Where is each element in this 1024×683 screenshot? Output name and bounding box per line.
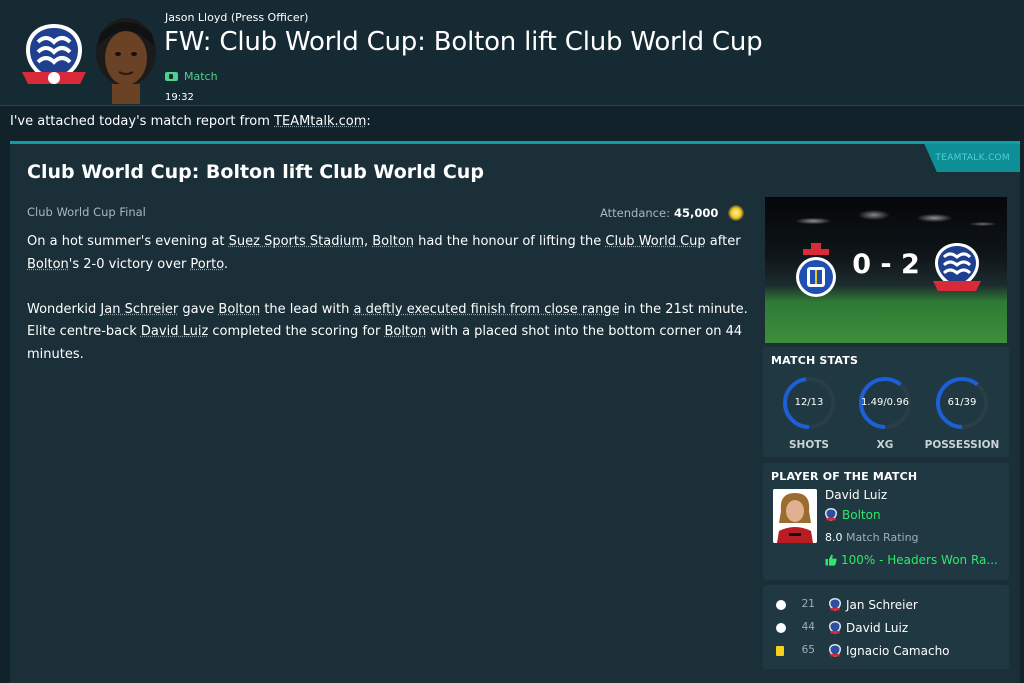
stat-label: SHOTS bbox=[788, 439, 829, 451]
club-name: Bolton bbox=[842, 508, 881, 522]
player-highlight: 100% - Headers Won Ra... bbox=[825, 553, 998, 567]
match-events-panel: 21 Jan Schreier 44 David Luiz 65 Ignacio… bbox=[763, 585, 1009, 669]
source-link[interactable]: TEAMtalk.com bbox=[274, 114, 366, 129]
event-minute: 44 bbox=[801, 621, 815, 633]
tag-label: Match bbox=[184, 70, 218, 83]
attendance-value: 45,000 bbox=[673, 206, 719, 220]
player-club[interactable]: Bolton bbox=[825, 508, 881, 522]
bolton-crest-icon bbox=[829, 644, 841, 657]
sender-name[interactable]: Jason Lloyd (Press Officer) bbox=[165, 11, 308, 24]
report-title: Club World Cup: Bolton lift Club World C… bbox=[27, 161, 484, 183]
bolton-crest-icon bbox=[829, 621, 841, 634]
stat-value: 1.49/0.96 bbox=[861, 397, 909, 408]
report-paragraph-2: Wonderkid Jan Schreier gave Bolton the l… bbox=[27, 299, 757, 367]
text: . bbox=[223, 256, 229, 272]
panel-title: PLAYER OF THE MATCH bbox=[771, 470, 918, 483]
stat-shots[interactable]: 12/13 SHOTS bbox=[781, 375, 837, 451]
rating-value: 8.0 bbox=[825, 531, 843, 544]
event-row[interactable]: 44 David Luiz bbox=[763, 619, 1009, 639]
stat-value: 61/39 bbox=[947, 397, 977, 408]
match-stats-panel: MATCH STATS 12/13 SHOTS 1.49/0.96 XG 61/… bbox=[763, 347, 1009, 457]
intro-suffix: : bbox=[366, 114, 371, 129]
team-link-bolton[interactable]: Bolton bbox=[27, 257, 69, 272]
stat-possession[interactable]: 61/39 POSSESSION bbox=[925, 375, 999, 451]
text: Wonderkid bbox=[27, 301, 101, 317]
message-subject: FW: Club World Cup: Bolton lift Club Wor… bbox=[164, 27, 763, 57]
football-icon bbox=[776, 600, 786, 610]
intro-text: I've attached today's match report from … bbox=[10, 114, 371, 129]
team-link-bolton[interactable]: Bolton bbox=[372, 234, 414, 249]
stat-label: XG bbox=[876, 439, 894, 451]
event-player[interactable]: Jan Schreier bbox=[846, 598, 918, 612]
rating-label: Match Rating bbox=[846, 531, 919, 544]
report-body: On a hot summer's evening at Suez Sports… bbox=[27, 231, 757, 389]
report-paragraph-1: On a hot summer's evening at Suez Sports… bbox=[27, 231, 757, 276]
thumbs-up-icon bbox=[825, 554, 837, 566]
message-time: 19:32 bbox=[165, 92, 194, 103]
bolton-crest-icon[interactable] bbox=[18, 20, 90, 92]
attendance-label: Attendance: bbox=[600, 206, 670, 220]
event-row[interactable]: 65 Ignacio Camacho bbox=[763, 642, 1009, 662]
bolton-crest-icon bbox=[829, 598, 841, 611]
event-player[interactable]: David Luiz bbox=[846, 621, 908, 635]
player-link-david-luiz[interactable]: David Luiz bbox=[141, 324, 208, 339]
player-link-jan-schreier[interactable]: Jan Schreier bbox=[100, 302, 178, 317]
event-minute: 21 bbox=[801, 598, 815, 610]
text: after bbox=[705, 234, 741, 249]
stat-label: POSSESSION bbox=[924, 439, 1000, 451]
attendance: Attendance: 45,000 bbox=[600, 205, 745, 221]
text: On a hot summer's evening at bbox=[27, 234, 229, 249]
competition-link[interactable]: Club World Cup bbox=[605, 234, 705, 249]
team-link-bolton[interactable]: Bolton bbox=[218, 302, 260, 317]
text: had the honour of lifting the bbox=[414, 234, 606, 249]
text: gave bbox=[178, 301, 219, 317]
stadium-link[interactable]: Suez Sports Stadium bbox=[229, 234, 364, 249]
competition-stage: Club World Cup Final bbox=[27, 205, 146, 219]
scoreboard[interactable]: 0 - 2 bbox=[765, 197, 1007, 343]
message-header: Jason Lloyd (Press Officer) FW: Club Wor… bbox=[0, 0, 1024, 106]
goal-link[interactable]: a deftly executed finish from close rang… bbox=[353, 302, 619, 317]
match-rating: 8.0 Match Rating bbox=[825, 531, 919, 544]
text: the lead with bbox=[260, 301, 354, 317]
yellow-card-icon bbox=[776, 646, 784, 656]
event-player[interactable]: Ignacio Camacho bbox=[846, 644, 950, 658]
panel-title: MATCH STATS bbox=[771, 354, 859, 367]
team-link-porto[interactable]: Porto bbox=[190, 257, 224, 272]
football-icon bbox=[776, 623, 786, 633]
ticket-icon bbox=[165, 72, 178, 81]
message-tag[interactable]: Match bbox=[165, 70, 218, 83]
stat-xg[interactable]: 1.49/0.96 XG bbox=[857, 375, 913, 451]
weather-sun-icon bbox=[728, 205, 745, 221]
press-officer-avatar[interactable] bbox=[86, 16, 166, 104]
text: 's 2-0 victory over bbox=[68, 256, 191, 272]
source-tab: TEAMTALK.COM bbox=[924, 144, 1020, 172]
player-photo[interactable] bbox=[773, 489, 817, 543]
player-of-the-match-panel: PLAYER OF THE MATCH David Luiz Bolton 8.… bbox=[763, 463, 1009, 580]
intro-prefix: I've attached today's match report from bbox=[10, 114, 275, 129]
team-link-bolton[interactable]: Bolton bbox=[384, 324, 426, 339]
event-row[interactable]: 21 Jan Schreier bbox=[763, 596, 1009, 616]
event-minute: 65 bbox=[801, 644, 815, 656]
stat-value: 12/13 bbox=[794, 397, 824, 408]
message-view: Jason Lloyd (Press Officer) FW: Club Wor… bbox=[0, 0, 1024, 683]
player-name[interactable]: David Luiz bbox=[825, 488, 887, 502]
bolton-crest-icon bbox=[825, 508, 837, 521]
bolton-crest-icon[interactable] bbox=[931, 241, 983, 297]
highlight-text: 100% - Headers Won Ra... bbox=[841, 553, 998, 567]
text: completed the scoring for bbox=[208, 324, 385, 339]
